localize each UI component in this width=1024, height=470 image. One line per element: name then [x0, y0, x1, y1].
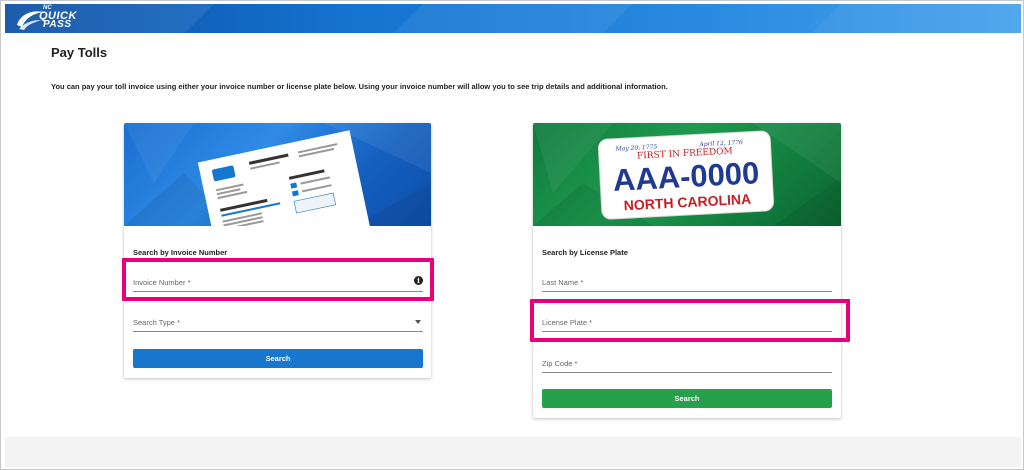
plate-card-title: Search by License Plate: [542, 248, 628, 257]
invoice-search-button[interactable]: Search: [133, 349, 423, 368]
invoice-search-card: Search by Invoice Number Invoice Number …: [124, 123, 431, 378]
last-name-placeholder: Last Name *: [542, 278, 584, 287]
footer-band: [5, 437, 1021, 467]
top-header: NC QUICK PASS: [5, 4, 1021, 33]
license-plate-highlight: [530, 299, 850, 342]
invoice-number-highlight: [122, 258, 434, 301]
search-type-select[interactable]: Search Type *: [133, 310, 423, 332]
plate-banner-image: May 20, 1775 April 12, 1776 FIRST IN FRE…: [533, 123, 841, 226]
chevron-down-icon[interactable]: [415, 320, 421, 324]
logo-pass-text: PASS: [43, 19, 72, 30]
page-title: Pay Tolls: [51, 45, 108, 60]
license-plate-illustration: May 20, 1775 April 12, 1776 FIRST IN FRE…: [533, 123, 841, 226]
invoice-banner-image: [124, 123, 431, 226]
plate-search-button[interactable]: Search: [542, 389, 832, 408]
zip-code-placeholder: Zip Code *: [542, 359, 578, 368]
app-frame: NC QUICK PASS Pay Tolls You can pay your…: [0, 0, 1024, 470]
invoice-card-title: Search by Invoice Number: [133, 248, 228, 257]
zip-code-field[interactable]: Zip Code *: [542, 351, 832, 373]
invoice-illustration: [124, 123, 431, 226]
intro-text: You can pay your toll invoice using eith…: [51, 82, 668, 91]
license-plate-search-card: May 20, 1775 April 12, 1776 FIRST IN FRE…: [533, 123, 841, 418]
nc-quick-pass-logo[interactable]: NC QUICK PASS: [13, 5, 89, 31]
last-name-field[interactable]: Last Name *: [542, 270, 832, 292]
search-type-placeholder: Search Type *: [133, 318, 180, 327]
main-content: Pay Tolls You can pay your toll invoice …: [5, 33, 1021, 437]
